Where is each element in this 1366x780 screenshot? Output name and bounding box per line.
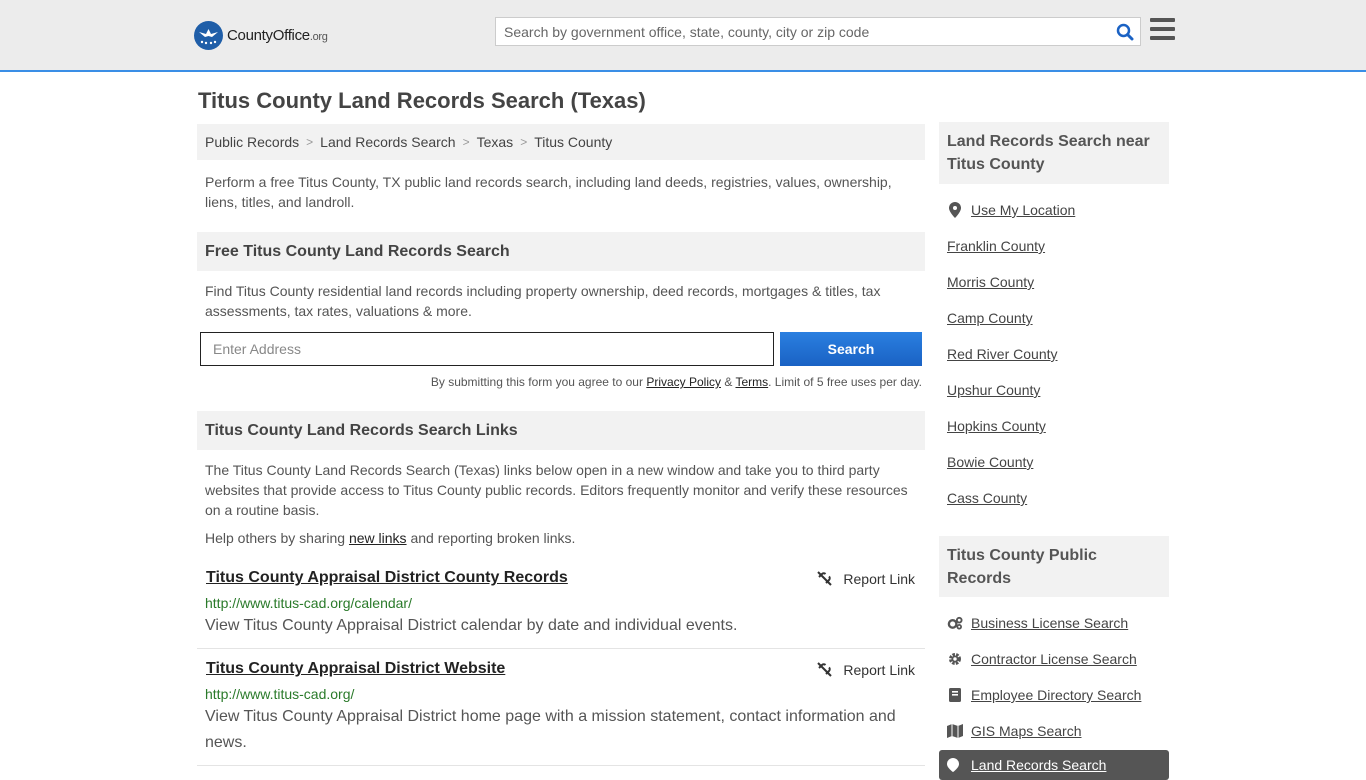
- land-records-search-label: Land Records Search: [971, 757, 1107, 773]
- breadcrumb-titus-county: Titus County: [534, 134, 613, 150]
- link-url[interactable]: http://www.titus-cad.org/: [205, 686, 354, 702]
- nearby-county-link[interactable]: Bowie County: [947, 454, 1033, 470]
- nearby-county-link[interactable]: Cass County: [947, 490, 1027, 506]
- form-disclaimer: By submitting this form you agree to our…: [300, 375, 922, 389]
- gis-maps-search-label: GIS Maps Search: [971, 723, 1082, 739]
- link-title[interactable]: Titus County Appraisal District County R…: [206, 569, 568, 587]
- sidebar-records-heading: Titus County Public Records: [939, 536, 1169, 597]
- hamburger-menu-icon[interactable]: [1150, 18, 1175, 42]
- link-item: Titus County Appraisal District Website …: [197, 649, 925, 766]
- logo-main-text: CountyOffice: [227, 26, 310, 44]
- business-license-search-label: Business License Search: [971, 615, 1129, 631]
- address-input[interactable]: [200, 332, 774, 366]
- disclaimer-suffix: . Limit of 5 free uses per day.: [768, 375, 922, 389]
- contractor-license-search-label: Contractor License Search: [971, 651, 1137, 667]
- search-icon[interactable]: [1110, 18, 1140, 45]
- broken-link-icon: [817, 571, 833, 586]
- report-link-button[interactable]: Report Link: [816, 661, 915, 678]
- help-prefix: Help others by sharing: [205, 530, 349, 546]
- link-item: Titus County Appraisal District County R…: [197, 558, 925, 649]
- report-link-label: Report Link: [843, 570, 915, 587]
- site-header: CountyOffice.org: [0, 0, 1366, 72]
- links-section-description: The Titus County Land Records Search (Te…: [205, 462, 908, 518]
- link-description: View Titus County Appraisal District cal…: [205, 617, 738, 634]
- links-section-heading: Titus County Land Records Search Links: [197, 411, 925, 450]
- map-icon: [947, 723, 963, 739]
- link-url[interactable]: http://www.titus-cad.org/calendar/: [205, 595, 412, 611]
- employee-directory-search-link[interactable]: Employee Directory Search: [947, 687, 1141, 703]
- terms-link[interactable]: Terms: [735, 375, 768, 389]
- use-my-location-link[interactable]: Use My Location: [947, 202, 1075, 218]
- disclaimer-amp: &: [721, 375, 736, 389]
- nearby-county-link[interactable]: Red River County: [947, 346, 1058, 362]
- link-title[interactable]: Titus County Appraisal District Website: [206, 660, 505, 678]
- book-icon: [947, 687, 963, 703]
- breadcrumb-texas[interactable]: Texas: [477, 134, 514, 150]
- report-link-button[interactable]: Report Link: [816, 570, 915, 587]
- map-marker-icon: [947, 202, 963, 218]
- report-link-label: Report Link: [843, 661, 915, 678]
- help-suffix: and reporting broken links.: [406, 530, 576, 546]
- contractor-license-search-link[interactable]: Contractor License Search: [947, 651, 1137, 667]
- help-text: Help others by sharing new links and rep…: [205, 530, 575, 546]
- free-search-description: Find Titus County residential land recor…: [205, 283, 881, 319]
- business-license-search-link[interactable]: Business License Search: [947, 615, 1128, 631]
- site-logo[interactable]: CountyOffice.org: [194, 20, 328, 50]
- nearby-county-link[interactable]: Upshur County: [947, 382, 1040, 398]
- land-records-icon: [947, 758, 963, 772]
- employee-directory-search-label: Employee Directory Search: [971, 687, 1142, 703]
- logo-org-text: .org: [309, 30, 328, 43]
- sidebar-item-land-records-search[interactable]: Land Records Search: [939, 750, 1169, 780]
- breadcrumb: Public Records > Land Records Search > T…: [197, 124, 925, 160]
- page-title: Titus County Land Records Search (Texas): [198, 88, 646, 113]
- logo-eagle-icon: [194, 20, 223, 50]
- sidebar-nearby-heading: Land Records Search near Titus County: [939, 122, 1169, 184]
- link-description: View Titus County Appraisal District hom…: [205, 708, 896, 751]
- gears-icon: [947, 615, 963, 631]
- site-search-input[interactable]: [496, 18, 1110, 45]
- breadcrumb-separator: >: [462, 135, 470, 149]
- breadcrumb-separator: >: [520, 135, 528, 149]
- nearby-county-link[interactable]: Morris County: [947, 274, 1034, 290]
- breadcrumb-public-records[interactable]: Public Records: [205, 134, 299, 150]
- broken-link-icon: [817, 662, 833, 677]
- nearby-county-link[interactable]: Franklin County: [947, 238, 1045, 254]
- nearby-county-link[interactable]: Camp County: [947, 310, 1033, 326]
- free-search-heading: Free Titus County Land Records Search: [197, 232, 925, 271]
- address-search-button[interactable]: Search: [780, 332, 922, 366]
- privacy-policy-link[interactable]: Privacy Policy: [646, 375, 721, 389]
- gis-maps-search-link[interactable]: GIS Maps Search: [947, 723, 1082, 739]
- logo-text: CountyOffice.org: [227, 27, 328, 44]
- disclaimer-prefix: By submitting this form you agree to our: [430, 375, 647, 389]
- use-my-location-label: Use My Location: [971, 202, 1076, 218]
- gear-icon: [947, 651, 963, 667]
- breadcrumb-land-records-search[interactable]: Land Records Search: [320, 134, 455, 150]
- intro-text: Perform a free Titus County, TX public l…: [205, 174, 892, 210]
- breadcrumb-separator: >: [306, 135, 314, 149]
- site-search: [495, 17, 1141, 46]
- nearby-county-link[interactable]: Hopkins County: [947, 418, 1046, 434]
- new-links-link[interactable]: new links: [349, 530, 407, 546]
